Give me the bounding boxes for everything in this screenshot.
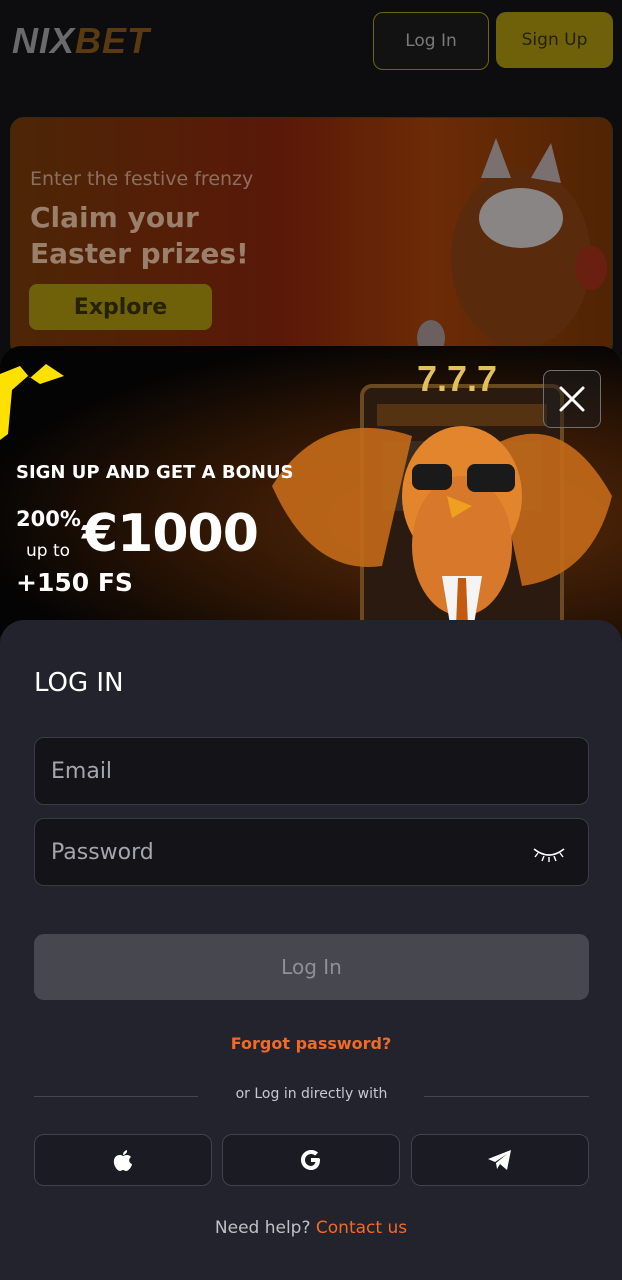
top-header: NIXBET Log In Sign Up [0,0,622,80]
promo-banner: Enter the festive frenzy Claim your East… [10,117,613,357]
bonus-hero-banner: 7.7.7 SIGN UP AND GET A BONUS 200% up to… [0,346,622,636]
email-input[interactable] [51,738,531,804]
help-text: Need help? [214,1218,311,1238]
promo-subtitle: Enter the festive frenzy [30,168,254,190]
nixbet-logo[interactable]: NIXBET [12,20,150,62]
google-login-button[interactable] [222,1134,400,1186]
login-panel: LOG IN Log In Forgot password? or Log in… [0,620,622,1280]
explore-button[interactable]: Explore [29,284,212,330]
close-modal-button[interactable] [543,370,601,428]
bunny-mascot-image [417,138,607,356]
help-row: Need help? Contact us [0,1218,622,1238]
telegram-login-button[interactable] [411,1134,589,1186]
bonus-headline: SIGN UP AND GET A BONUS [16,462,294,483]
contact-us-link[interactable]: Contact us [316,1218,407,1238]
divider-text: or Log in directly with [235,1086,388,1102]
bonus-percent: 200% [16,507,81,531]
bonus-up-to: up to [26,541,71,561]
login-submit-button[interactable]: Log In [34,934,589,1000]
telegram-icon [488,1150,511,1170]
header-signup-button[interactable]: Sign Up [496,12,613,68]
login-title: LOG IN [34,668,124,698]
close-icon [559,386,585,412]
google-icon [301,1150,320,1170]
social-divider: or Log in directly with [34,1086,589,1106]
lightning-icon [0,364,64,440]
password-input[interactable] [51,819,531,885]
logo-text-nix: NIX [12,20,76,61]
svg-text:7.7.7: 7.7.7 [417,358,497,399]
apple-icon [113,1150,132,1171]
password-field[interactable] [34,818,589,886]
header-login-button[interactable]: Log In [373,12,489,70]
logo-text-bet: BET [75,20,151,61]
apple-login-button[interactable] [34,1134,212,1186]
email-field[interactable] [34,737,589,805]
forgot-password-link[interactable]: Forgot password? [0,1034,622,1053]
promo-title: Claim your Easter prizes! [30,201,249,270]
eye-closed-icon[interactable] [532,843,566,863]
bonus-free-spins: +150 FS [16,568,133,597]
bonus-amount: €1000 [82,504,259,564]
